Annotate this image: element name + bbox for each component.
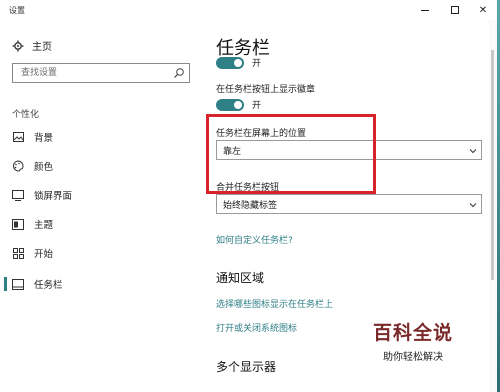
watermark-subtitle: 助你轻松解决 xyxy=(383,352,443,363)
badge-setting-label: 在任务栏按钮上显示徽章 xyxy=(216,85,316,95)
start-icon xyxy=(12,247,24,259)
sidebar-item-label: 任务栏 xyxy=(34,280,63,291)
system-icons-link[interactable]: 打开或关闭系统图标 xyxy=(216,321,297,334)
toggle-switch-top[interactable] xyxy=(216,56,244,69)
scroll-thumb[interactable] xyxy=(491,50,494,280)
sidebar-item-taskbar[interactable]: 任务栏 xyxy=(0,273,200,295)
toggle-row-badges: 开 xyxy=(216,98,261,111)
watermark-title: 百科全说 xyxy=(372,322,453,344)
sidebar-item-themes[interactable]: 主题 xyxy=(0,213,200,235)
multiple-displays-heading: 多个显示器 xyxy=(216,360,277,374)
watermark: 百科全说 助你轻松解决 xyxy=(363,318,463,366)
toggle-state-label: 开 xyxy=(252,59,262,69)
home-label: 主页 xyxy=(32,42,52,53)
sidebar-item-lock-screen[interactable]: 锁屏界面 xyxy=(0,184,200,206)
notification-area-heading: 通知区域 xyxy=(216,271,265,285)
sidebar-item-label: 主题 xyxy=(34,220,54,231)
sidebar-item-label: 开始 xyxy=(34,249,54,260)
title-bar: 设置 ✕ xyxy=(0,0,497,20)
taskbar-position-dropdown[interactable]: 靠左 xyxy=(216,140,482,160)
minimize-button[interactable] xyxy=(410,0,440,20)
maximize-button[interactable] xyxy=(440,0,470,20)
chevron-down-icon xyxy=(469,203,477,208)
sidebar-item-label: 颜色 xyxy=(34,162,54,173)
lock-screen-icon xyxy=(12,189,24,201)
theme-icon xyxy=(12,218,24,230)
close-icon: ✕ xyxy=(478,4,488,16)
search-box[interactable] xyxy=(12,63,190,83)
search-icon[interactable] xyxy=(173,67,185,79)
select-icons-link[interactable]: 选择哪些图标显示在任务栏上 xyxy=(216,297,333,310)
dropdown-value: 靠左 xyxy=(223,146,242,157)
combine-buttons-label: 合并任务栏按钮 xyxy=(216,183,280,193)
minimize-icon xyxy=(421,9,429,11)
settings-window: 设置 ✕ 主页 个性化 背景 颜色 锁屏界面 主题 xyxy=(0,0,497,392)
chevron-down-icon xyxy=(469,149,477,154)
image-icon xyxy=(12,131,24,143)
badges-toggle-switch[interactable] xyxy=(216,98,244,111)
combine-buttons-dropdown[interactable]: 始终隐藏标签 xyxy=(216,194,482,214)
sidebar-item-label: 背景 xyxy=(34,133,54,144)
toggle-state-label: 开 xyxy=(252,101,262,111)
customize-taskbar-link[interactable]: 如何自定义任务栏? xyxy=(216,233,293,246)
palette-icon xyxy=(12,160,24,172)
close-button[interactable]: ✕ xyxy=(468,0,498,20)
section-label-personalization: 个性化 xyxy=(12,110,40,120)
sidebar-item-background[interactable]: 背景 xyxy=(0,126,200,148)
sidebar: 主页 个性化 背景 颜色 锁屏界面 主题 开始 xyxy=(0,20,200,392)
home-nav-item[interactable]: 主页 xyxy=(12,38,52,53)
maximize-icon xyxy=(451,6,459,14)
active-indicator xyxy=(4,277,7,291)
taskbar-icon xyxy=(12,278,24,290)
gear-icon xyxy=(12,40,24,51)
sidebar-item-start[interactable]: 开始 xyxy=(0,242,200,264)
search-input[interactable] xyxy=(13,64,173,82)
taskbar-position-label: 任务栏在屏幕上的位置 xyxy=(216,129,307,139)
scrollbar[interactable] xyxy=(489,20,497,392)
sidebar-item-colors[interactable]: 颜色 xyxy=(0,155,200,177)
sidebar-item-label: 锁屏界面 xyxy=(34,191,73,202)
window-title: 设置 xyxy=(9,6,25,15)
dropdown-value: 始终隐藏标签 xyxy=(223,200,278,211)
toggle-row-top: 开 xyxy=(216,56,261,69)
